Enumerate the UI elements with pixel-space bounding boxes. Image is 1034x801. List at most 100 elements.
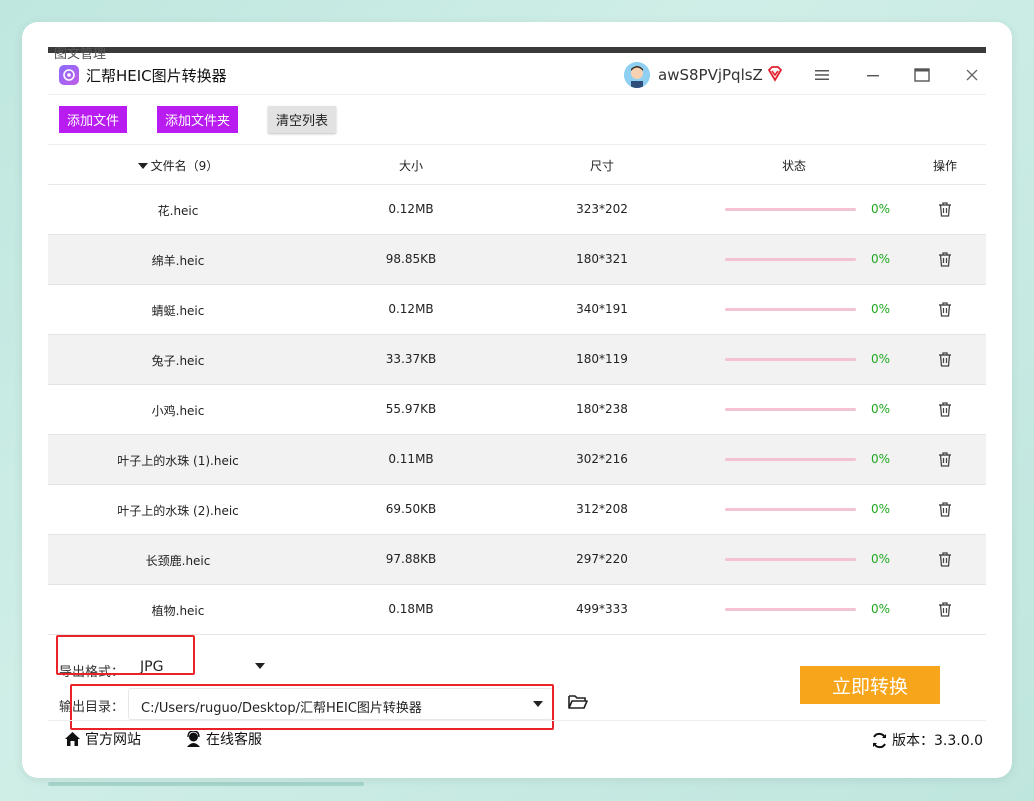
progress-percent: 0% bbox=[871, 552, 891, 566]
online-support-label: 在线客服 bbox=[206, 732, 262, 748]
table-header: 文件名（9） 大小 尺寸 状态 操作 bbox=[48, 145, 986, 185]
file-name: 小鸡.heic bbox=[151, 404, 205, 418]
column-header-size: 大小 bbox=[398, 159, 423, 173]
file-dimensions: 323*202 bbox=[576, 202, 628, 216]
delete-icon[interactable] bbox=[937, 201, 953, 217]
delete-icon[interactable] bbox=[937, 501, 953, 517]
table-row[interactable]: 叶子上的水珠 (2).heic 69.50KB 312*208 0% bbox=[48, 485, 986, 535]
file-size: 0.11MB bbox=[388, 452, 434, 466]
file-name: 绵羊.heic bbox=[151, 254, 205, 268]
username[interactable]: awS8PVjPqlsZ bbox=[658, 66, 763, 84]
version-label: 版本：3.3.0.0 bbox=[892, 733, 983, 749]
file-size: 0.12MB bbox=[388, 302, 434, 316]
table-row[interactable]: 兔子.heic 33.37KB 180*119 0% bbox=[48, 335, 986, 385]
menu-icon[interactable] bbox=[810, 63, 834, 87]
background-stripe bbox=[48, 782, 364, 786]
minimize-icon[interactable] bbox=[861, 63, 885, 87]
progress-percent: 0% bbox=[871, 402, 891, 416]
file-dimensions: 180*119 bbox=[576, 352, 628, 366]
vip-diamond-icon[interactable] bbox=[766, 65, 784, 83]
delete-icon[interactable] bbox=[937, 451, 953, 467]
column-header-name-label: 文件名（9） bbox=[150, 159, 219, 173]
folder-open-icon[interactable] bbox=[568, 693, 588, 711]
file-dimensions: 180*321 bbox=[576, 252, 628, 266]
progress-bar bbox=[725, 608, 856, 611]
progress-bar bbox=[725, 208, 856, 211]
version-info: 版本：3.3.0.0 bbox=[871, 730, 983, 750]
file-name: 植物.heic bbox=[151, 604, 205, 618]
footer: 官方网站 在线客服 版本：3.3.0.0 bbox=[48, 720, 986, 756]
table-row[interactable]: 长颈鹿.heic 97.88KB 297*220 0% bbox=[48, 535, 986, 585]
file-size: 0.18MB bbox=[388, 602, 434, 616]
official-website-link[interactable]: 官方网站 bbox=[64, 729, 141, 749]
table-row[interactable]: 小鸡.heic 55.97KB 180*238 0% bbox=[48, 385, 986, 435]
file-table: 花.heic 0.12MB 323*202 0% 绵羊.heic 98.85KB 180*3… bbox=[48, 185, 986, 635]
file-dimensions: 302*216 bbox=[576, 452, 628, 466]
file-size: 69.50KB bbox=[385, 502, 437, 516]
table-row[interactable]: 花.heic 0.12MB 323*202 0% bbox=[48, 185, 986, 235]
progress-bar bbox=[725, 558, 856, 561]
add-file-button[interactable]: 添加文件 bbox=[59, 106, 127, 133]
clear-list-button[interactable]: 清空列表 bbox=[268, 106, 336, 133]
app-window: 图文管理 汇帮HEIC图片转换器 awS8PVjPqlsZ 添加文件 添加文件夹… bbox=[48, 47, 986, 756]
file-name: 叶子上的水珠 (1).heic bbox=[117, 454, 239, 468]
delete-icon[interactable] bbox=[937, 251, 953, 267]
progress-bar bbox=[725, 358, 856, 361]
table-row[interactable]: 植物.heic 0.18MB 499*333 0% bbox=[48, 585, 986, 635]
file-name: 兔子.heic bbox=[151, 354, 205, 368]
progress-bar bbox=[725, 458, 856, 461]
column-header-dimensions: 尺寸 bbox=[589, 159, 614, 173]
delete-icon[interactable] bbox=[937, 401, 953, 417]
delete-icon[interactable] bbox=[937, 601, 953, 617]
progress-bar bbox=[725, 308, 856, 311]
file-size: 55.97KB bbox=[385, 402, 437, 416]
customer-service-icon bbox=[187, 731, 200, 747]
progress-percent: 0% bbox=[871, 352, 891, 366]
progress-bar bbox=[725, 508, 856, 511]
delete-icon[interactable] bbox=[937, 351, 953, 367]
progress-bar bbox=[725, 258, 856, 261]
add-folder-button[interactable]: 添加文件夹 bbox=[157, 106, 238, 133]
file-name: 叶子上的水珠 (2).heic bbox=[117, 504, 239, 518]
app-logo-icon bbox=[59, 65, 79, 85]
home-icon bbox=[65, 732, 80, 746]
table-row[interactable]: 叶子上的水珠 (1).heic 0.11MB 302*216 0% bbox=[48, 435, 986, 485]
file-size: 0.12MB bbox=[388, 202, 434, 216]
progress-bar bbox=[725, 408, 856, 411]
file-dimensions: 297*220 bbox=[576, 552, 628, 566]
chevron-down-icon bbox=[255, 663, 265, 669]
progress-percent: 0% bbox=[871, 302, 891, 316]
file-dimensions: 180*238 bbox=[576, 402, 628, 416]
user-avatar[interactable] bbox=[624, 62, 650, 88]
file-dimensions: 499*333 bbox=[576, 602, 628, 616]
close-icon[interactable] bbox=[960, 63, 984, 87]
highlight-box-format bbox=[56, 635, 195, 675]
table-row[interactable]: 绵羊.heic 98.85KB 180*321 0% bbox=[48, 235, 986, 285]
column-header-name[interactable]: 文件名（9） bbox=[108, 157, 248, 174]
file-dimensions: 312*208 bbox=[576, 502, 628, 516]
file-size: 33.37KB bbox=[385, 352, 437, 366]
progress-percent: 0% bbox=[871, 202, 891, 216]
file-name: 花.heic bbox=[157, 204, 199, 218]
refresh-icon[interactable] bbox=[871, 732, 888, 749]
toolbar: 添加文件 添加文件夹 清空列表 bbox=[48, 95, 986, 145]
file-size: 97.88KB bbox=[385, 552, 437, 566]
table-row[interactable]: 蜻蜓.heic 0.12MB 340*191 0% bbox=[48, 285, 986, 335]
column-header-status: 状态 bbox=[781, 159, 806, 173]
file-size: 98.85KB bbox=[385, 252, 437, 266]
convert-now-button[interactable]: 立即转换 bbox=[800, 666, 940, 704]
online-support-link[interactable]: 在线客服 bbox=[185, 729, 262, 749]
app-title: 汇帮HEIC图片转换器 bbox=[86, 67, 227, 85]
delete-icon[interactable] bbox=[937, 301, 953, 317]
maximize-icon[interactable] bbox=[910, 63, 934, 87]
official-website-label: 官方网站 bbox=[85, 732, 141, 748]
progress-percent: 0% bbox=[871, 252, 891, 266]
progress-percent: 0% bbox=[871, 602, 891, 616]
file-name: 蜻蜓.heic bbox=[151, 304, 205, 318]
column-header-action: 操作 bbox=[932, 159, 957, 173]
title-bar: 汇帮HEIC图片转换器 awS8PVjPqlsZ bbox=[48, 53, 986, 95]
delete-icon[interactable] bbox=[937, 551, 953, 567]
progress-percent: 0% bbox=[871, 452, 891, 466]
file-dimensions: 340*191 bbox=[576, 302, 628, 316]
sort-down-icon bbox=[137, 162, 148, 169]
